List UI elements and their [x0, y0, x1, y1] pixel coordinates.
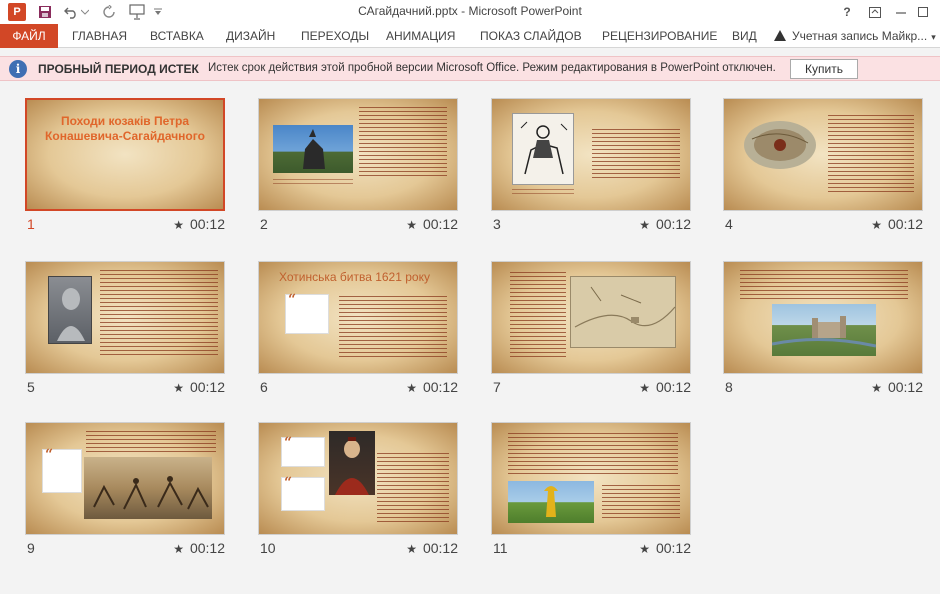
timing-value: 00:12	[655, 216, 691, 232]
account-label: Учетная запись Майкр...	[792, 29, 928, 43]
timing-value: 00:12	[655, 540, 691, 556]
timing-value: 00:12	[189, 216, 225, 232]
star-icon: ★	[173, 542, 184, 556]
message-text: Истек срок действия этой пробной версии …	[208, 62, 776, 74]
slide-thumbnail[interactable]	[258, 98, 458, 211]
star-icon: ★	[639, 381, 650, 395]
slide-timing: ★ 00:12	[639, 379, 691, 395]
quote-box	[281, 435, 325, 467]
slide-timing: ★ 00:12	[871, 216, 923, 232]
timing-value: 00:12	[422, 379, 458, 395]
maximize-icon[interactable]	[910, 2, 936, 22]
slide-timing: ★ 00:12	[639, 540, 691, 556]
tab-slideshow[interactable]: ПОКАЗ СЛАЙДОВ	[480, 24, 582, 48]
slide-thumbnail[interactable]	[723, 98, 923, 211]
engraving-image	[512, 113, 574, 185]
timing-value: 00:12	[887, 379, 923, 395]
slide-thumbnail[interactable]	[258, 422, 458, 535]
warning-icon	[774, 30, 786, 41]
account-dropdown-icon: ▾	[931, 32, 936, 42]
tab-design[interactable]: ДИЗАЙН	[226, 24, 275, 48]
star-icon: ★	[639, 542, 650, 556]
slide-timing: ★ 00:12	[173, 216, 225, 232]
slide-number: 4	[725, 216, 733, 232]
title-bar: P САгайдачний.pptx - Microsoft PowerPoin…	[0, 0, 940, 24]
buy-button[interactable]: Купить	[790, 59, 858, 79]
message-title: ПРОБНЫЙ ПЕРИОД ИСТЕК	[38, 62, 199, 76]
quote-box	[285, 292, 329, 334]
account-menu[interactable]: Учетная запись Майкр... ▾	[774, 24, 936, 48]
quote-box	[281, 475, 325, 511]
timing-value: 00:12	[422, 216, 458, 232]
star-icon: ★	[871, 218, 882, 232]
ribbon-display-options-icon[interactable]	[862, 2, 888, 22]
help-button[interactable]: ?	[834, 2, 860, 22]
slide-thumbnail[interactable]: Походи козаків Петра Конашевича-Сагайдач…	[25, 98, 225, 211]
ribbon-tabs: ФАЙЛ ГЛАВНАЯ ВСТАВКА ДИЗАЙН ПЕРЕХОДЫ АНИ…	[0, 24, 940, 48]
slide-thumbnail[interactable]	[25, 261, 225, 374]
slide-timing: ★ 00:12	[406, 540, 458, 556]
slide-sorter: Походи козаків Петра Конашевича-Сагайдач…	[0, 82, 940, 594]
timing-value: 00:12	[655, 379, 691, 395]
tab-insert[interactable]: ВСТАВКА	[150, 24, 204, 48]
tab-review[interactable]: РЕЦЕНЗИРОВАНИЕ	[602, 24, 717, 48]
slide-timing: ★ 00:12	[173, 379, 225, 395]
tab-view[interactable]: ВИД	[732, 24, 757, 48]
tab-transitions[interactable]: ПЕРЕХОДЫ	[301, 24, 369, 48]
battle-painting-image	[84, 457, 212, 519]
star-icon: ★	[406, 218, 417, 232]
slide-number: 8	[725, 379, 733, 395]
slide-timing: ★ 00:12	[871, 379, 923, 395]
memorial-photo-image	[508, 481, 594, 523]
slide-number: 3	[493, 216, 501, 232]
slide-number: 7	[493, 379, 501, 395]
city-map-image	[742, 119, 818, 171]
slide-thumbnail[interactable]	[491, 261, 691, 374]
star-icon: ★	[173, 218, 184, 232]
star-icon: ★	[871, 381, 882, 395]
slide-thumbnail[interactable]	[25, 422, 225, 535]
info-icon: i	[9, 60, 27, 78]
window-title: САгайдачний.pptx - Microsoft PowerPoint	[358, 4, 582, 18]
timing-value: 00:12	[189, 540, 225, 556]
star-icon: ★	[406, 542, 417, 556]
slide-number: 11	[493, 540, 508, 556]
tab-file[interactable]: ФАЙЛ	[0, 24, 58, 48]
tab-home[interactable]: ГЛАВНАЯ	[72, 24, 127, 48]
slide-thumbnail[interactable]: Хотинська битва 1621 року	[258, 261, 458, 374]
star-icon: ★	[639, 218, 650, 232]
slide-thumbnail[interactable]	[491, 422, 691, 535]
slide-number: 5	[27, 379, 35, 395]
star-icon: ★	[173, 381, 184, 395]
timing-value: 00:12	[422, 540, 458, 556]
slide-title: Походи козаків Петра Конашевича-Сагайдач…	[45, 114, 205, 143]
slide-timing: ★ 00:12	[406, 216, 458, 232]
quote-box	[42, 447, 82, 493]
timing-value: 00:12	[887, 216, 923, 232]
slide-timing: ★ 00:12	[639, 216, 691, 232]
hetman-portrait-image	[329, 431, 375, 495]
slide-number: 9	[27, 540, 35, 556]
timing-value: 00:12	[189, 379, 225, 395]
slide-number: 6	[260, 379, 268, 395]
relief-portrait-image	[48, 276, 92, 344]
slide-timing: ★ 00:12	[173, 540, 225, 556]
slide-number: 1	[27, 216, 35, 232]
message-bar: i ПРОБНЫЙ ПЕРИОД ИСТЕК Истек срок действ…	[0, 56, 940, 81]
slide-number: 10	[260, 540, 276, 556]
slide-title: Хотинська битва 1621 року	[279, 270, 430, 284]
tab-animations[interactable]: АНИМАЦИЯ	[386, 24, 455, 48]
slide-thumbnail[interactable]	[491, 98, 691, 211]
fortress-photo-image	[771, 304, 877, 356]
battle-map-image	[570, 276, 676, 348]
monument-image	[273, 125, 353, 173]
star-icon: ★	[406, 381, 417, 395]
slide-timing: ★ 00:12	[406, 379, 458, 395]
slide-number: 2	[260, 216, 268, 232]
slide-thumbnail[interactable]	[723, 261, 923, 374]
